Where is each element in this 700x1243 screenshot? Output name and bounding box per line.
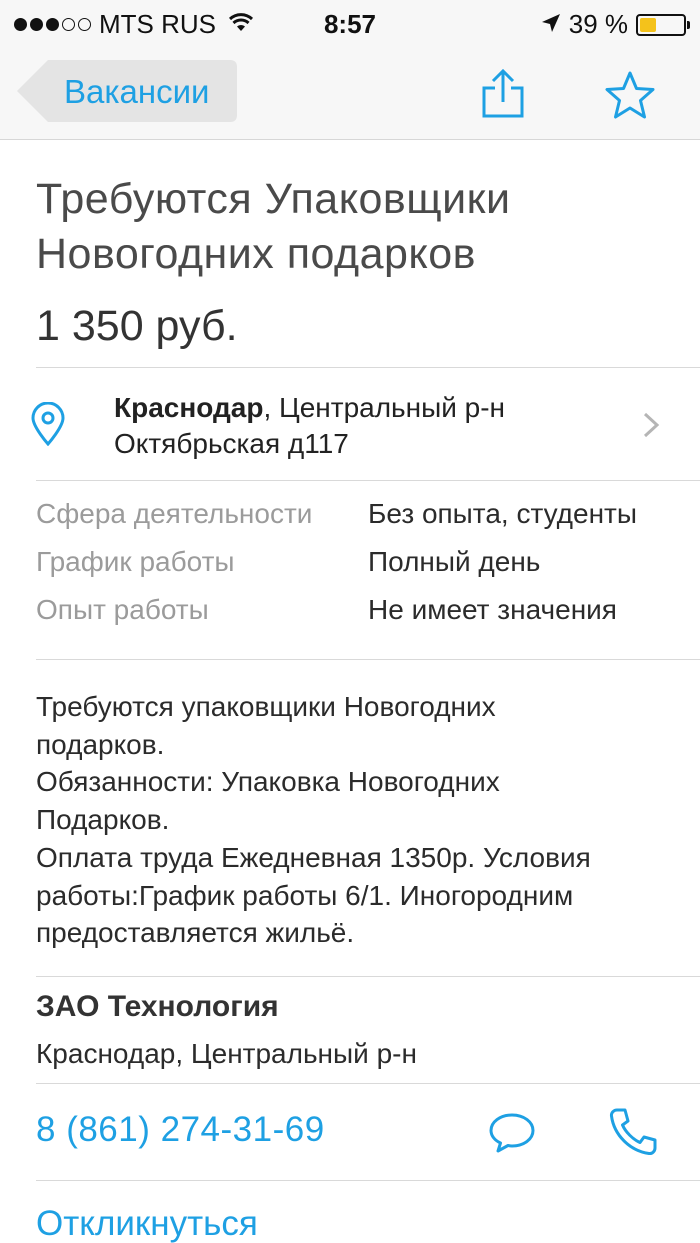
phone-call-icon[interactable] (608, 1106, 660, 1163)
description-line: Подарков. (36, 804, 170, 836)
vacancy-details: Сфера деятельности Без опыта, студенты Г… (36, 498, 676, 642)
detail-row-sphere: Сфера деятельности Без опыта, студенты (36, 498, 676, 546)
detail-label: График работы (36, 546, 235, 577)
address-row[interactable]: Краснодар, Центральный р-н Октябрьская д… (0, 368, 700, 480)
description-line: Требуются упаковщики Новогодних (36, 691, 496, 722)
detail-value: Не имеет значения (368, 594, 617, 625)
vacancy-salary: 1 350 руб. (36, 302, 238, 350)
battery-icon (636, 13, 690, 36)
message-icon[interactable] (487, 1111, 537, 1160)
divider (36, 1180, 700, 1181)
detail-label: Опыт работы (36, 594, 209, 625)
divider (36, 480, 700, 481)
detail-row-schedule: График работы Полный день (36, 546, 676, 594)
location-arrow-icon (541, 9, 561, 40)
description-line: работы:График работы 6/1. Иногородним (36, 879, 574, 911)
description-line: Обязанности: Упаковка Новогодних (36, 766, 500, 798)
back-button[interactable]: Вакансии (16, 59, 238, 123)
address-text: Краснодар, Центральный р-н Октябрьская д… (114, 390, 505, 462)
location-pin-icon (28, 401, 68, 451)
description-line: Оплата труда Ежедневная 1350р. Условия (36, 841, 591, 873)
navigation-bar: Вакансии (0, 46, 700, 140)
respond-button[interactable]: Откликнуться (36, 1204, 258, 1243)
chevron-right-icon (641, 410, 661, 445)
status-bar: MTS RUS 8:57 39 % (0, 0, 700, 46)
back-button-label: Вакансии (64, 73, 210, 110)
divider (36, 659, 700, 660)
phone-number-link[interactable]: 8 (861) 274-31-69 (36, 1110, 325, 1150)
detail-value: Без опыта, студенты (368, 498, 637, 529)
share-button[interactable] (478, 68, 528, 120)
star-icon (605, 71, 655, 119)
vacancy-title: Требуются Упаковщики Новогодних подарков (36, 175, 511, 278)
vacancy-description: Требуются упаковщики Новогодних подарков… (36, 688, 676, 952)
divider (36, 1083, 700, 1084)
share-icon (482, 68, 524, 118)
status-right: 39 % (541, 9, 690, 40)
detail-row-experience: Опыт работы Не имеет значения (36, 594, 676, 642)
address-line-1: Краснодар, Центральный р-н (114, 390, 505, 426)
company-name: ЗАО Технология (36, 990, 279, 1023)
detail-value: Полный день (368, 546, 541, 577)
description-line: подарков. (36, 728, 165, 760)
divider (36, 976, 700, 977)
address-city: Краснодар (114, 392, 264, 423)
address-district: , Центральный р-н (263, 392, 506, 423)
favorite-button[interactable] (602, 70, 658, 122)
battery-percent: 39 % (568, 9, 628, 39)
description-line: предоставляется жильё. (36, 917, 355, 949)
address-street: Октябрьская д117 (114, 428, 349, 459)
detail-label: Сфера деятельности (36, 498, 313, 529)
company-location: Краснодар, Центральный р-н (36, 1038, 417, 1069)
